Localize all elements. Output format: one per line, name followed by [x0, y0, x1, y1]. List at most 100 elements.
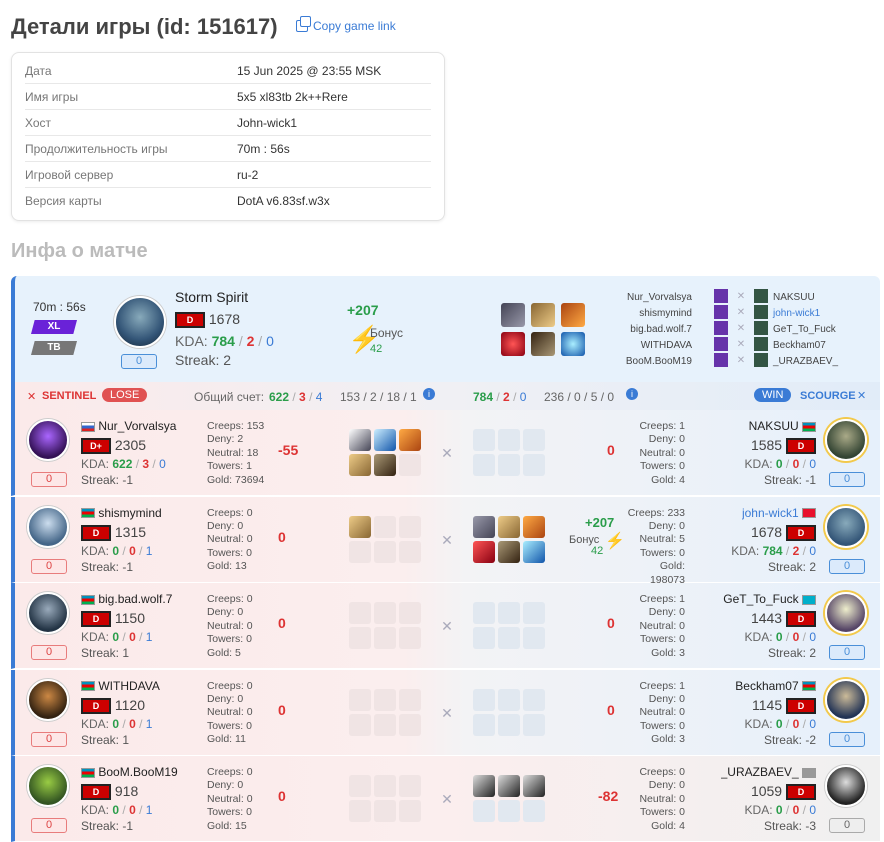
page-title: Детали игры (id: 151617): [11, 14, 278, 39]
rating-line: D 1315: [81, 524, 146, 541]
flag-icon: [81, 681, 95, 692]
empty-item-slot: [498, 454, 520, 476]
player-name[interactable]: Nur_Vorvalsya: [81, 419, 191, 433]
info-icon[interactable]: i: [626, 388, 638, 400]
item-icon[interactable]: [374, 454, 396, 476]
empty-item-slot: [349, 775, 371, 797]
info-row: Хост John-wick1: [25, 110, 431, 136]
kda-line: KDA: 0 / 0 / 1: [81, 543, 153, 558]
item-icon[interactable]: [349, 454, 371, 476]
player-row: 0 BooM.BooM19 D 918 KDA: 0 / 0 / 1 Streak: …: [11, 756, 880, 842]
hero-avatar[interactable]: [825, 765, 867, 807]
item-icon[interactable]: [473, 515, 495, 538]
kda-line: KDA: 0 / 0 / 1: [81, 803, 153, 817]
player-name[interactable]: GeT_To_Fuck: [773, 322, 838, 338]
player-name[interactable]: big.bad.wolf.7: [626, 322, 692, 338]
item-icon[interactable]: [523, 540, 545, 563]
item-icon[interactable]: [473, 775, 495, 797]
rating-diff: 0: [278, 528, 286, 545]
player-name[interactable]: BooM.BooM19: [626, 354, 692, 370]
hero-avatar[interactable]: [27, 592, 69, 634]
empty-item-slot: [498, 429, 520, 451]
match-info-heading: Инфа о матче: [11, 240, 148, 262]
copy-game-link[interactable]: Copy game link: [296, 16, 396, 33]
scourge-label: SCOURGE: [800, 390, 856, 402]
player-name[interactable]: john-wick1: [742, 506, 816, 520]
count-badge: 0: [31, 558, 67, 574]
kda-line: KDA: 0 / 0 / 0: [744, 803, 816, 817]
rating-diff: 0: [607, 615, 615, 631]
item-icon[interactable]: [498, 515, 520, 538]
vs-icon: ✕: [441, 791, 453, 807]
rank-badge: D: [81, 697, 111, 714]
empty-item-slot: [349, 688, 371, 711]
rank-badge: D: [81, 611, 111, 628]
player-name[interactable]: shismymind: [81, 506, 191, 520]
hero-avatar[interactable]: [27, 419, 69, 461]
hero-avatar[interactable]: [825, 505, 867, 548]
player-name[interactable]: shismymind: [626, 306, 692, 322]
item-icon[interactable]: [501, 332, 525, 356]
item-icon[interactable]: [498, 775, 520, 797]
player-stats: Creeps: 0 Deny: 0 Neutral: 0 Towers: 0 Gold:…: [207, 593, 253, 659]
player-name[interactable]: Beckham07: [773, 338, 838, 354]
hero-avatar[interactable]: [825, 592, 867, 634]
hero-avatar[interactable]: [114, 296, 166, 348]
info-key: Хост: [25, 115, 52, 130]
item-icon[interactable]: [531, 332, 555, 356]
player-name[interactable]: WITHDAVA: [626, 338, 692, 354]
empty-item-slot: [498, 688, 520, 711]
scourge-player-list: NAKSUU john-wick1 GeT_To_Fuck Beckham07 …: [773, 290, 838, 370]
count-badge: 0: [31, 472, 67, 487]
hero-mini-icons: [714, 289, 728, 369]
player-name[interactable]: john-wick1: [773, 306, 838, 322]
mode-tag-tb: TB: [31, 341, 77, 355]
player-name[interactable]: big.bad.wolf.7: [81, 592, 191, 606]
player-name[interactable]: _URAZBAEV_: [773, 354, 838, 370]
empty-item-slot: [473, 454, 495, 476]
hero-avatar[interactable]: [825, 419, 867, 461]
count-badge: 0: [31, 731, 67, 747]
empty-item-slot: [399, 775, 421, 797]
player-name[interactable]: GeT_To_Fuck: [723, 592, 816, 606]
item-icon[interactable]: [531, 303, 555, 327]
streak: Streak: -1: [81, 473, 134, 487]
rating-line: 1585 D: [751, 437, 816, 455]
streak: Streak: -1: [81, 819, 134, 833]
player-name[interactable]: WITHDAVA: [81, 679, 191, 693]
empty-item-slot: [498, 713, 520, 736]
item-icon[interactable]: [523, 515, 545, 538]
item-icon[interactable]: [399, 429, 421, 451]
item-icon[interactable]: [561, 332, 585, 356]
item-icon[interactable]: [374, 429, 396, 451]
item-icon[interactable]: [349, 515, 371, 538]
empty-item-slot: [523, 454, 545, 476]
hero-avatar[interactable]: [27, 765, 69, 807]
flag-icon: [81, 421, 95, 432]
count-badge: 0: [829, 645, 865, 660]
vs-icon: ✕: [441, 618, 453, 634]
info-value: John-wick1: [237, 115, 298, 130]
player-name[interactable]: NAKSUU: [773, 290, 838, 306]
item-icon[interactable]: [349, 429, 371, 451]
empty-item-slot: [473, 602, 495, 624]
hero-avatar[interactable]: [27, 505, 69, 548]
item-icon[interactable]: [561, 303, 585, 327]
rating-line: D 1120: [81, 697, 145, 714]
player-name[interactable]: NAKSUU: [749, 419, 816, 433]
item-icon[interactable]: [501, 303, 525, 327]
player-name[interactable]: BooM.BooM19: [81, 765, 191, 779]
hero-avatar[interactable]: [825, 678, 867, 721]
player-name[interactable]: Nur_Vorvalsya: [626, 290, 692, 306]
empty-item-slot: [374, 775, 396, 797]
rating-diff: -55: [278, 442, 299, 458]
player-name[interactable]: Beckham07: [735, 679, 816, 693]
rating-diff: 0: [278, 788, 286, 804]
info-icon[interactable]: i: [423, 388, 435, 400]
player-name[interactable]: _URAZBAEV_: [721, 765, 816, 779]
info-row: Имя игры 5x5 xl83tb 2k++Rere: [25, 84, 431, 110]
hero-avatar[interactable]: [27, 678, 69, 721]
item-icon[interactable]: [523, 775, 545, 797]
item-icon[interactable]: [498, 540, 520, 563]
item-icon[interactable]: [473, 540, 495, 563]
